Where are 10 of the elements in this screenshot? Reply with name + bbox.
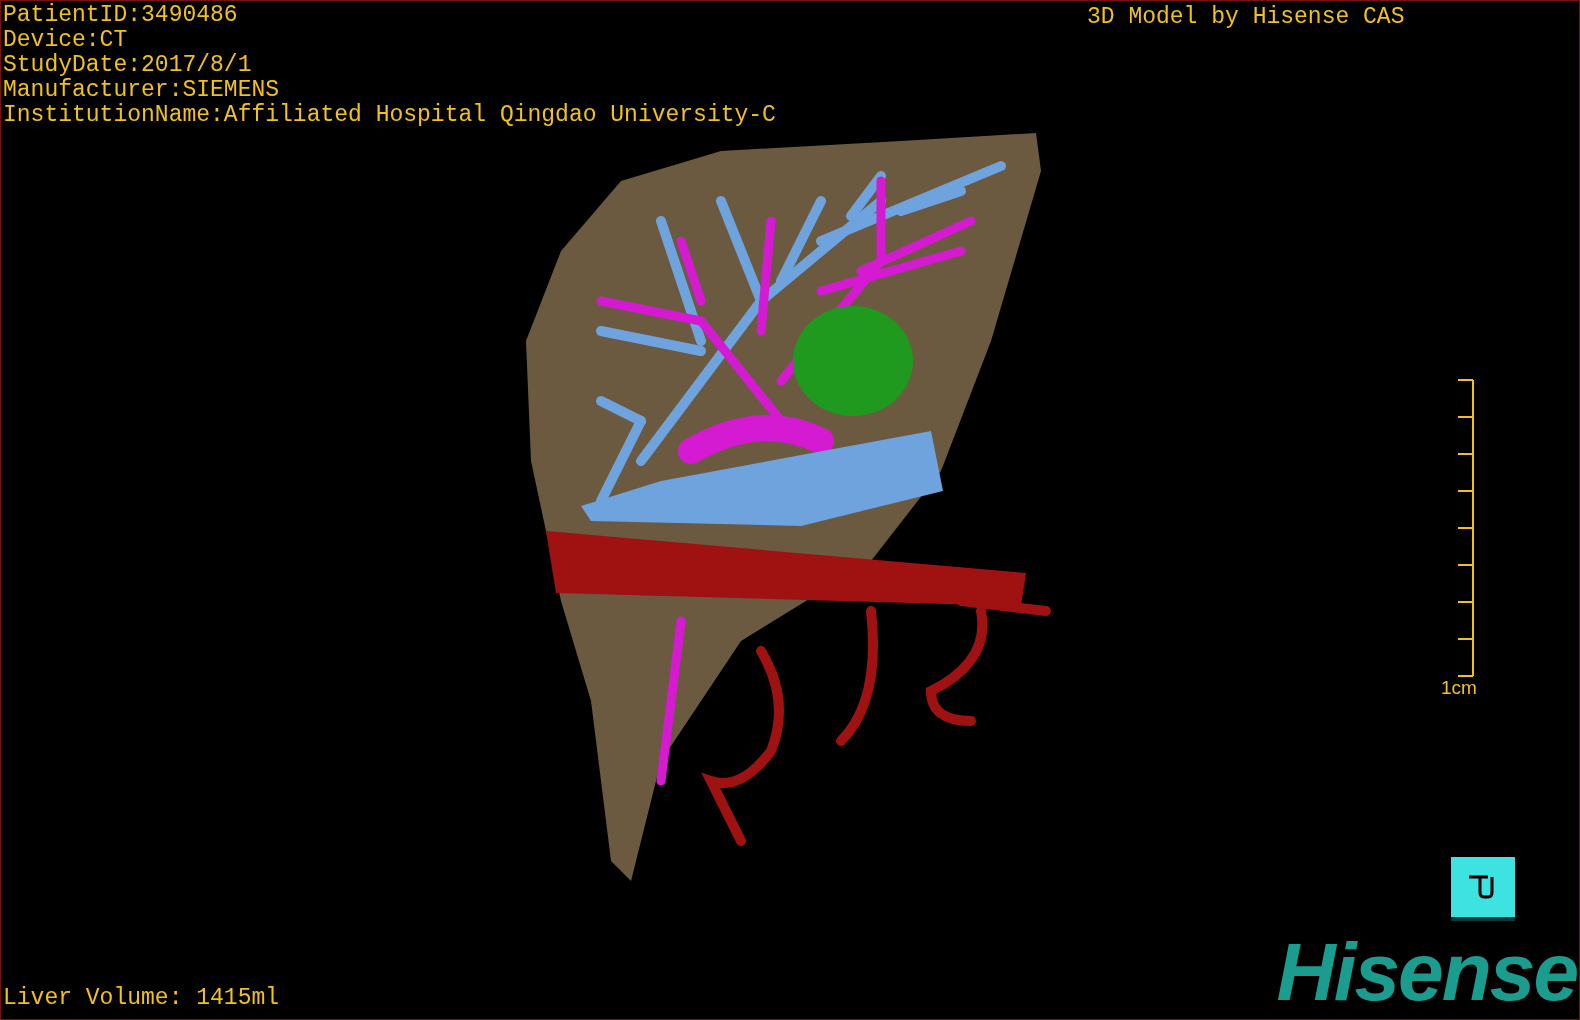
scale-label: 1cm	[1441, 677, 1477, 699]
tool-button[interactable]	[1451, 857, 1515, 921]
patient-info-line: PatientID:3490486	[3, 3, 239, 28]
patient-info-line: Manufacturer:SIEMENS	[3, 78, 281, 103]
patient-info-line: StudyDate:2017/8/1	[3, 53, 253, 78]
patient-info-line: Device:CT	[3, 28, 129, 53]
patient-info-line: InstitutionName:Affiliated Hospital Qingdao University-C	[3, 103, 776, 128]
brand-logo: Hisense	[1276, 931, 1577, 1013]
liver-volume: Liver Volume: 1415ml	[3, 985, 280, 1011]
model-credit: 3D Model by Hisense CAS	[1087, 4, 1405, 30]
